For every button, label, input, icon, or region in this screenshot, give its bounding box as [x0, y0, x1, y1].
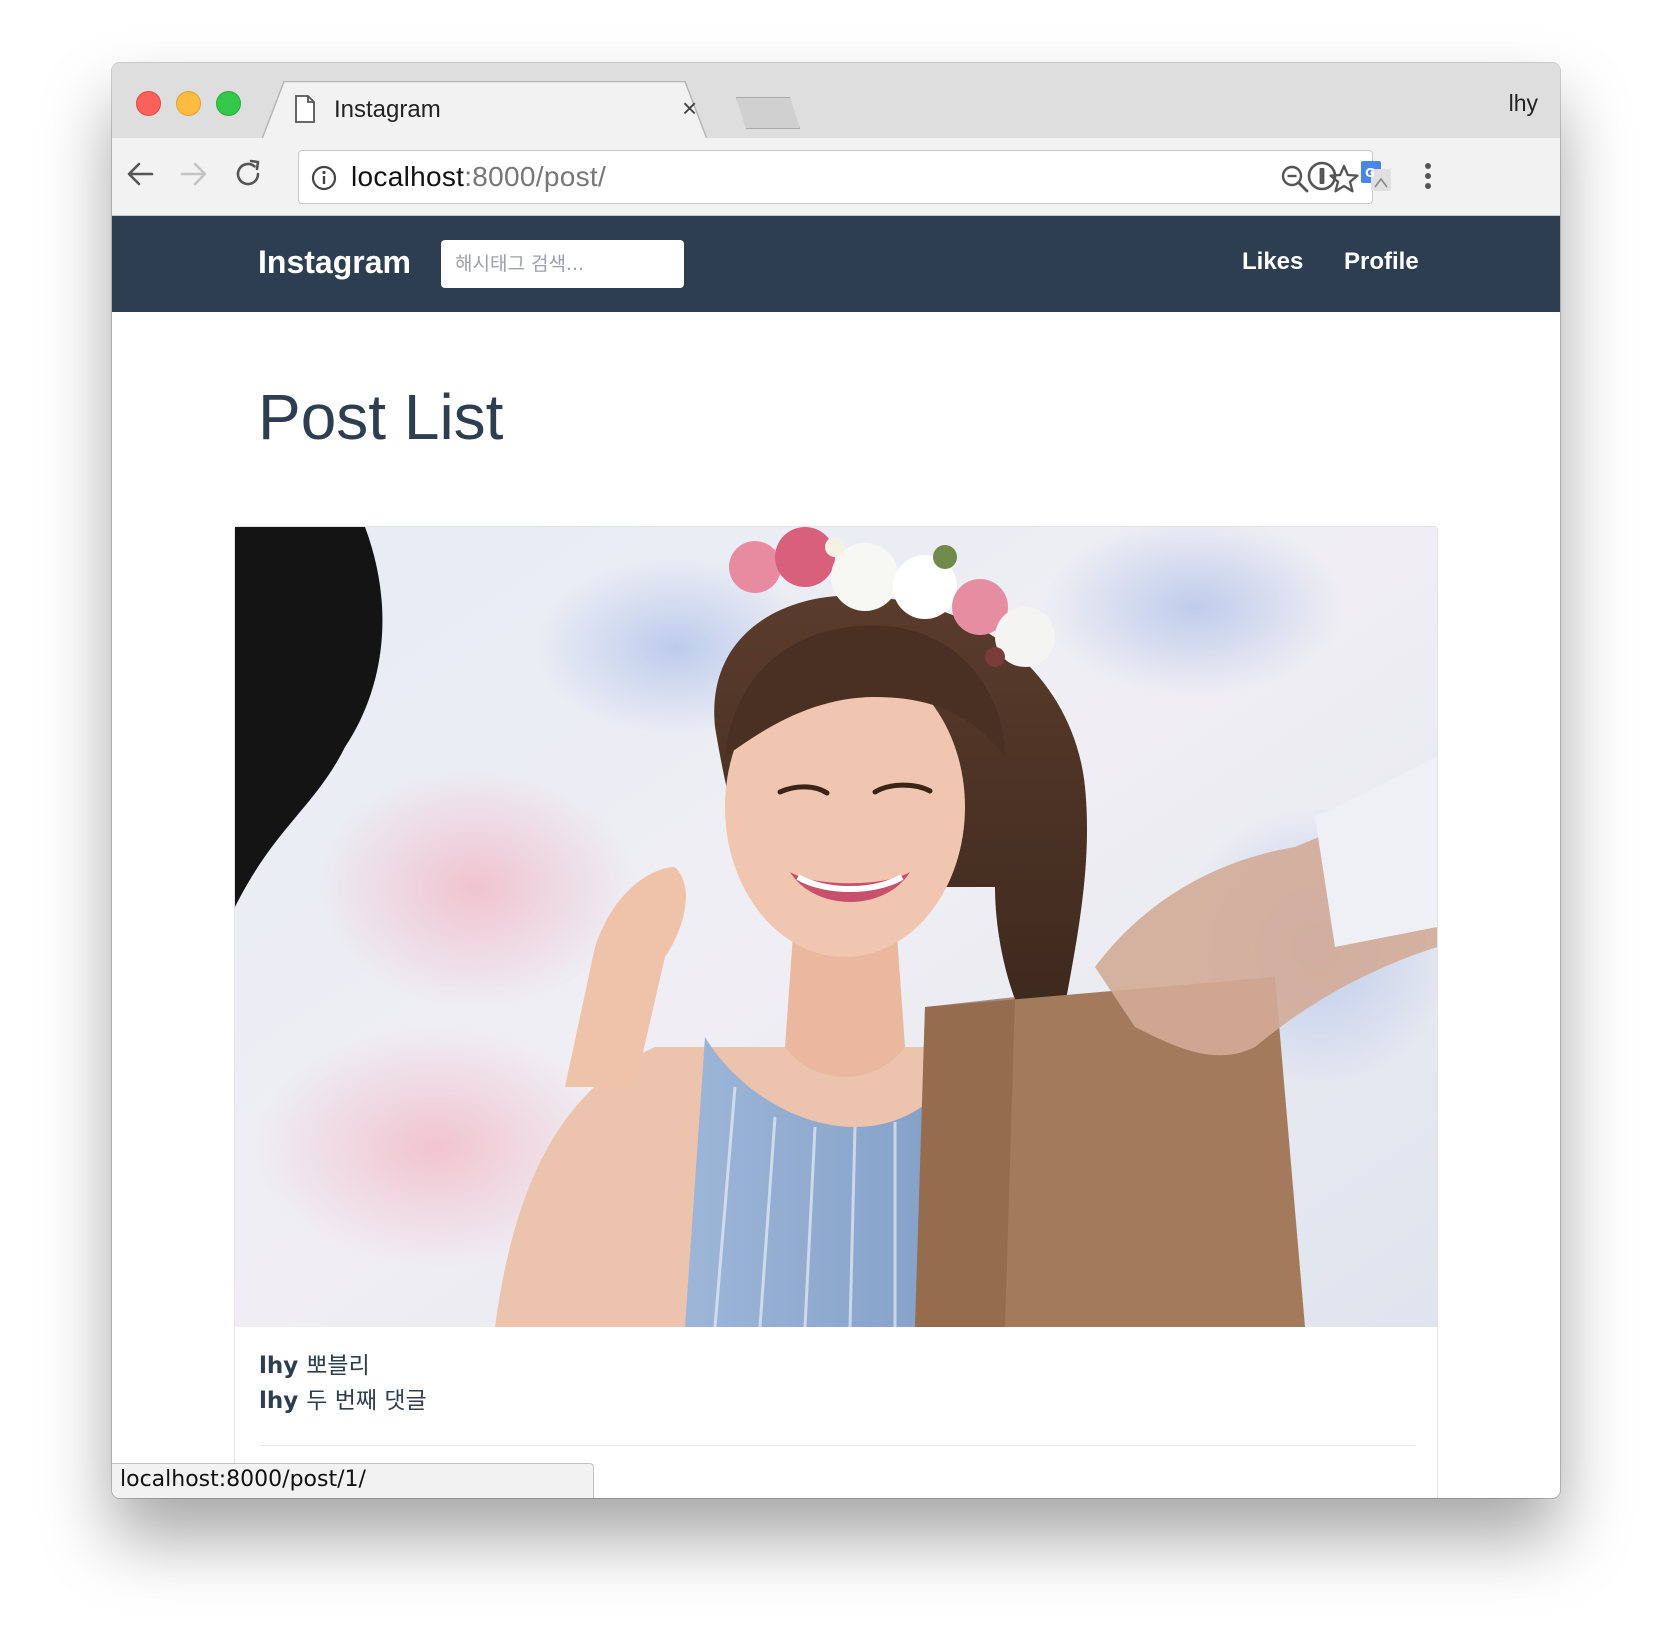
more-vertical-icon: [1425, 163, 1431, 189]
back-arrow-icon: [127, 162, 154, 186]
page-viewport: Instagram Likes Profile Post List: [112, 216, 1560, 1498]
tab-strip: Instagram × lhy: [112, 63, 1560, 139]
reload-button[interactable]: [228, 154, 268, 194]
browser-profile-name[interactable]: lhy: [1509, 90, 1538, 117]
reload-icon: [236, 159, 260, 186]
password-manager-icon: [1307, 161, 1337, 191]
url-text[interactable]: localhost:8000/post/: [351, 161, 606, 193]
nav-profile-link[interactable]: Profile: [1344, 248, 1419, 276]
tab-title: Instagram: [334, 96, 441, 123]
site-navbar: Instagram Likes Profile: [112, 216, 1560, 312]
window-close-button[interactable]: [136, 91, 161, 116]
page-title: Post List: [258, 381, 504, 453]
info-icon[interactable]: [311, 165, 337, 191]
comment-author[interactable]: lhy: [259, 1388, 298, 1414]
post-photo-illustration: [235, 527, 1437, 1327]
tab-instagram[interactable]: [262, 81, 707, 139]
translate-extension-button[interactable]: G: [1358, 158, 1394, 194]
browser-menu-button[interactable]: [1410, 158, 1446, 194]
site-brand-link[interactable]: Instagram: [258, 244, 411, 281]
page-icon: [295, 95, 315, 123]
hashtag-search-input[interactable]: [441, 240, 684, 288]
comment-divider: [259, 1445, 1415, 1446]
link-status-bubble: localhost:8000/post/1/: [112, 1463, 594, 1498]
back-button[interactable]: [120, 154, 160, 194]
forward-button[interactable]: [174, 154, 214, 194]
url-host: localhost: [351, 161, 465, 192]
new-tab-button[interactable]: [736, 97, 800, 129]
password-extension-button[interactable]: [1304, 158, 1340, 194]
comment-text: 뽀블리: [306, 1353, 370, 1379]
address-bar[interactable]: localhost:8000/post/: [298, 150, 1373, 204]
comment-item: lhy 두 번째 댓글: [259, 1384, 427, 1419]
tab-close-icon[interactable]: ×: [682, 93, 697, 123]
browser-toolbar: localhost:8000/post/ G: [112, 138, 1560, 216]
browser-window: Instagram × lhy localhost:8000/post/ G I…: [112, 63, 1560, 1498]
nav-likes-link[interactable]: Likes: [1242, 248, 1303, 276]
url-path: :8000/post/: [464, 161, 607, 192]
comment-list: lhy 뽀블리 lhy 두 번째 댓글: [259, 1349, 427, 1419]
window-minimize-button[interactable]: [176, 91, 201, 116]
comment-item: lhy 뽀블리: [259, 1349, 427, 1384]
forward-arrow-icon: [180, 162, 207, 186]
window-maximize-button[interactable]: [216, 91, 241, 116]
post-photo[interactable]: [235, 527, 1437, 1327]
comment-author[interactable]: lhy: [259, 1353, 298, 1379]
svg-text:G: G: [1365, 166, 1375, 180]
post-card: lhy 뽀블리 lhy 두 번째 댓글: [234, 526, 1438, 1498]
translate-icon: G: [1361, 161, 1391, 191]
comment-text: 두 번째 댓글: [306, 1388, 427, 1414]
